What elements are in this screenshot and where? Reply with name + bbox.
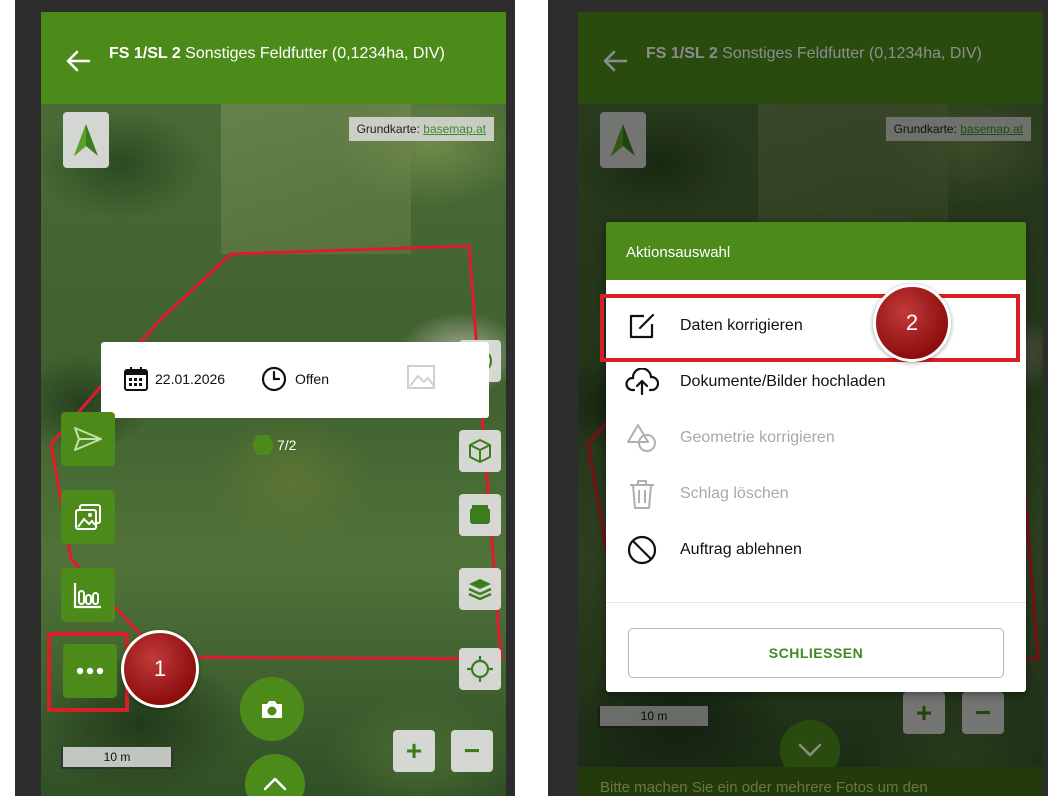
menu-item-auftrag-ablehnen[interactable]: Auftrag ablehnen [606, 522, 1026, 578]
statistics-button[interactable] [61, 568, 115, 622]
navigation-arrow-icon [74, 124, 98, 156]
locate-me-button[interactable] [459, 648, 501, 690]
dialog-title: Aktionsauswahl [606, 222, 1026, 280]
attribution-link[interactable]: basemap.at [423, 122, 486, 136]
close-button[interactable]: SCHLIESSEN [628, 628, 1004, 678]
counter-text: 7/2 [277, 437, 297, 453]
map-scale: 10 m [61, 747, 173, 769]
action-dialog: Aktionsauswahl Daten korrigieren Dokumen… [606, 222, 1026, 692]
cube-icon [469, 439, 491, 463]
3d-view-button[interactable] [459, 430, 501, 472]
camera-button[interactable] [240, 677, 304, 741]
step-marker-2: 2 [873, 284, 951, 362]
app-screen-left: FS 1/SL 2 Sonstiges Feldfutter (0,1234ha… [41, 12, 506, 796]
folder-icon [470, 505, 490, 524]
dialog-divider [606, 602, 1026, 603]
plus-icon: + [405, 735, 423, 766]
menu-item-geometrie-korrigieren: Geometrie korrigieren [606, 410, 1026, 466]
highlight-box-step1 [47, 632, 129, 712]
plot-id: FS 1/SL 2 [109, 45, 181, 62]
menu-item-dokumente-hochladen[interactable]: Dokumente/Bilder hochladen [606, 354, 1026, 410]
app-screen-right: FS 1/SL 2 Sonstiges Feldfutter (0,1234ha… [578, 12, 1043, 796]
image-placeholder-icon [407, 365, 435, 389]
phone-frame-right: FS 1/SL 2 Sonstiges Feldfutter (0,1234ha… [548, 0, 1048, 796]
app-header: FS 1/SL 2 Sonstiges Feldfutter (0,1234ha… [41, 12, 506, 104]
menu-item-label: Geometrie korrigieren [680, 429, 835, 446]
layers-button[interactable] [459, 568, 501, 610]
cloud-upload-icon [624, 364, 660, 400]
status-display: Offen [261, 366, 329, 392]
layer-card-button[interactable] [459, 494, 501, 536]
plot-description: Sonstiges Feldfutter (0,1234ha, DIV) [180, 45, 445, 62]
send-icon [74, 427, 102, 451]
north-arrow-button[interactable] [63, 112, 109, 168]
highlight-box-step2 [600, 294, 1020, 362]
shapes-icon [624, 420, 660, 456]
gallery-button[interactable] [61, 490, 115, 544]
calendar-icon [124, 367, 148, 391]
attribution-label: Grundkarte: [356, 122, 424, 136]
crosshair-icon [467, 656, 493, 682]
back-arrow-icon[interactable] [65, 48, 91, 74]
send-button[interactable] [61, 412, 115, 466]
menu-item-label: Schlag löschen [680, 485, 789, 502]
plot-info-card[interactable]: 22.01.2026 Offen [101, 342, 489, 418]
camera-icon [262, 701, 282, 718]
clock-icon [261, 366, 287, 392]
date-display: 22.01.2026 [123, 366, 225, 392]
menu-item-label: Auftrag ablehnen [680, 541, 802, 558]
chevron-up-icon [263, 777, 287, 791]
menu-item-label: Dokumente/Bilder hochladen [680, 373, 886, 390]
photo-counter: 7/2 [251, 434, 296, 456]
minus-icon: − [463, 735, 481, 766]
map-attribution: Grundkarte: basemap.at [348, 117, 494, 141]
block-icon [624, 532, 660, 568]
zoom-in-button[interactable]: + [393, 730, 435, 772]
hexagon-icon [252, 435, 274, 455]
page-title: FS 1/SL 2 Sonstiges Feldfutter (0,1234ha… [109, 44, 489, 64]
gallery-icon [75, 504, 101, 530]
phone-frame-left: FS 1/SL 2 Sonstiges Feldfutter (0,1234ha… [15, 0, 515, 796]
zoom-out-button[interactable]: − [451, 730, 493, 772]
status-text: Offen [295, 371, 329, 387]
layers-icon [468, 579, 492, 601]
step-marker-1: 1 [121, 630, 199, 708]
bar-chart-icon [73, 583, 101, 609]
date-text: 22.01.2026 [155, 371, 226, 387]
menu-item-schlag-loeschen: Schlag löschen [606, 466, 1026, 522]
trash-icon [624, 476, 660, 512]
